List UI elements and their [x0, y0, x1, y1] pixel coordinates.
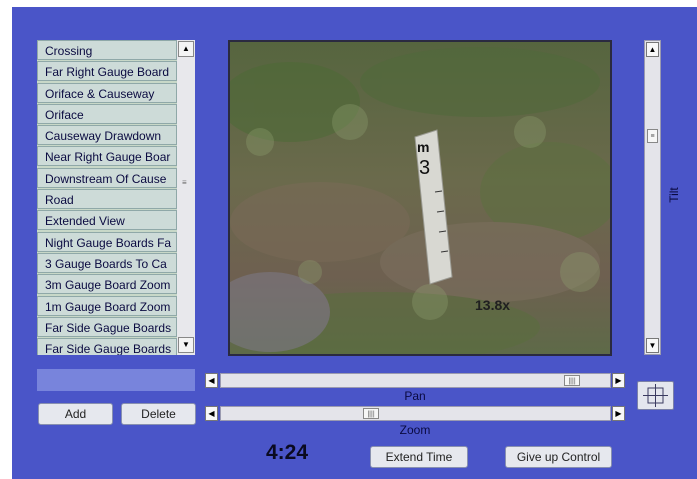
preset-list-item[interactable]: Causeway Drawdown [37, 125, 177, 146]
arrow-left-icon[interactable]: ◀ [205, 373, 218, 388]
preset-list-item[interactable]: 3m Gauge Board Zoom [37, 274, 177, 295]
give-up-control-button[interactable]: Give up Control [505, 446, 612, 468]
camera-video-feed[interactable]: m 3 13.8x [228, 40, 612, 356]
zoom-overlay: 13.8x [475, 297, 510, 313]
preset-list-item[interactable]: Near Right Gauge Boar [37, 146, 177, 167]
pan-thumb[interactable]: |||| [564, 375, 580, 386]
tilt-slider[interactable]: ▲ ≡ ▼ [644, 40, 661, 355]
delete-button[interactable]: Delete [121, 403, 196, 425]
zoom-slider[interactable]: |||| [220, 406, 611, 421]
arrow-down-icon[interactable]: ▼ [178, 337, 194, 353]
preset-items: Crossing Far Right Gauge Board Oriface & C… [37, 40, 177, 355]
tilt-label: Tilt [667, 187, 681, 203]
preset-list-item[interactable]: 3 Gauge Boards To Ca [37, 252, 177, 273]
tilt-thumb[interactable]: ≡ [647, 129, 658, 143]
preset-list-item[interactable]: Oriface & Causeway [37, 82, 177, 103]
preset-list-item[interactable]: Crossing [37, 40, 177, 60]
zoom-thumb[interactable]: |||| [363, 408, 379, 419]
grip-icon: ≡ [182, 178, 187, 187]
gauge-unit: m [417, 139, 429, 155]
pan-label: Pan [404, 389, 426, 403]
preset-list-item[interactable]: Far Right Gauge Board [37, 61, 177, 82]
preset-list-item[interactable]: Extended View [37, 210, 177, 231]
arrow-up-icon[interactable]: ▲ [178, 41, 194, 57]
preset-list-item[interactable]: Oriface [37, 103, 177, 124]
arrow-right-icon[interactable]: ▶ [612, 373, 625, 388]
preset-list-item[interactable]: 1m Gauge Board Zoom [37, 295, 177, 316]
crosshair-icon [643, 384, 668, 407]
preset-list[interactable]: Crossing Far Right Gauge Board Oriface & C… [37, 40, 195, 355]
preset-list-item[interactable]: Road [37, 189, 177, 210]
arrow-left-icon[interactable]: ◀ [205, 406, 218, 421]
pan-slider[interactable]: |||| [220, 373, 611, 388]
add-button[interactable]: Add [38, 403, 113, 425]
arrow-up-icon[interactable]: ▲ [646, 42, 659, 57]
extend-time-button[interactable]: Extend Time [370, 446, 468, 468]
preset-list-item[interactable]: Downstream Of Cause [37, 167, 177, 188]
arrow-right-icon[interactable]: ▶ [612, 406, 625, 421]
preset-list-item[interactable]: Far Side Gauge Boards [37, 338, 177, 355]
center-camera-button[interactable] [637, 381, 674, 410]
gauge-number: 3 [419, 157, 430, 179]
camera-image: m 3 13.8x [230, 42, 610, 354]
preset-list-scrollbar[interactable]: ▲ ≡ ▼ [177, 40, 195, 355]
preset-list-item[interactable]: Far Side Gague Boards [37, 316, 177, 337]
time-remaining: 4:24 [266, 441, 309, 464]
zoom-label: Zoom [399, 423, 431, 437]
preset-list-item[interactable]: Night Gauge Boards Fa [37, 231, 177, 252]
arrow-down-icon[interactable]: ▼ [646, 338, 659, 353]
preset-name-input[interactable] [37, 369, 195, 391]
